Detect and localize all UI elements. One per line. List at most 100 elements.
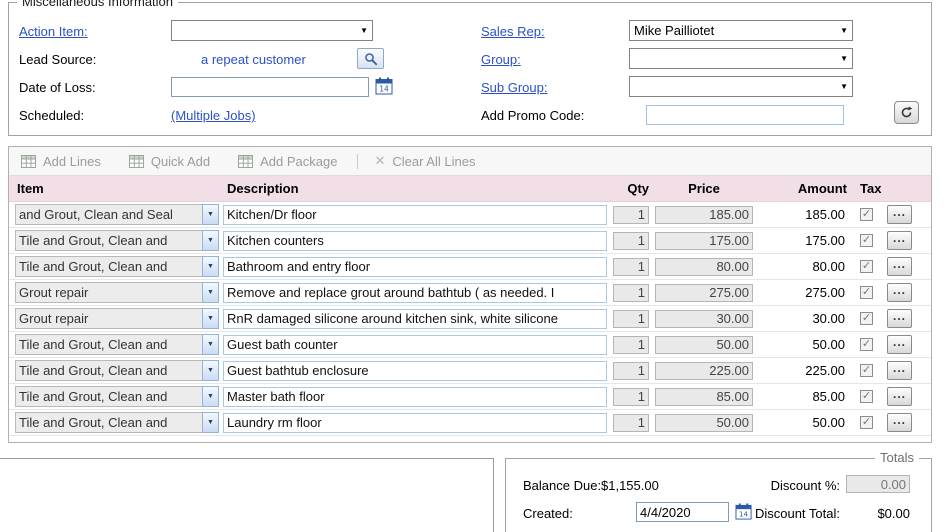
chevron-down-icon[interactable]: ▼: [202, 204, 219, 225]
group-select[interactable]: ▼: [629, 48, 853, 69]
description-input[interactable]: [223, 335, 607, 355]
chevron-down-icon[interactable]: ▼: [202, 282, 219, 303]
tax-checkbox[interactable]: ✓: [860, 260, 873, 273]
header-qty: Qty: [613, 181, 649, 196]
qty-input[interactable]: [613, 414, 649, 432]
tax-checkbox[interactable]: ✓: [860, 286, 873, 299]
row-options-button[interactable]: ...: [887, 257, 912, 276]
checkmark-icon: ✓: [862, 235, 871, 246]
row-options-button[interactable]: ...: [887, 283, 912, 302]
scheduled-multiple-jobs-link[interactable]: (Multiple Jobs): [171, 108, 256, 123]
tax-checkbox[interactable]: ✓: [860, 208, 873, 221]
description-input[interactable]: [223, 361, 607, 381]
item-select[interactable]: Tile and Grout, Clean and ▼: [15, 230, 219, 251]
tax-checkbox[interactable]: ✓: [860, 338, 873, 351]
table-row: Tile and Grout, Clean and ▼ 225.00 ✓ ...: [9, 358, 931, 384]
qty-input[interactable]: [613, 310, 649, 328]
tax-checkbox[interactable]: ✓: [860, 234, 873, 247]
description-input[interactable]: [223, 257, 607, 277]
price-input[interactable]: [655, 388, 753, 406]
sub-group-select[interactable]: ▼: [629, 76, 853, 97]
item-select[interactable]: Grout repair ▼: [15, 308, 219, 329]
price-input[interactable]: [655, 310, 753, 328]
description-input[interactable]: [223, 387, 607, 407]
item-select[interactable]: Tile and Grout, Clean and ▼: [15, 256, 219, 277]
group-label[interactable]: Group:: [481, 52, 521, 67]
sub-group-label[interactable]: Sub Group:: [481, 80, 548, 95]
discount-percent-input[interactable]: [846, 475, 910, 493]
qty-input[interactable]: [613, 232, 649, 250]
row-options-button[interactable]: ...: [887, 205, 912, 224]
item-select[interactable]: Tile and Grout, Clean and ▼: [15, 386, 219, 407]
price-input[interactable]: [655, 414, 753, 432]
description-input[interactable]: [223, 231, 607, 251]
add-lines-button[interactable]: Add Lines: [21, 154, 101, 169]
description-input[interactable]: [223, 309, 607, 329]
created-date-input[interactable]: [636, 502, 729, 522]
price-input[interactable]: [655, 232, 753, 250]
clear-x-icon: ✕: [374, 153, 385, 169]
discount-total-value: $0.00: [846, 506, 910, 521]
price-input[interactable]: [655, 206, 753, 224]
action-item-label[interactable]: Action Item:: [19, 24, 88, 39]
price-input[interactable]: [655, 284, 753, 302]
tax-checkbox[interactable]: ✓: [860, 364, 873, 377]
price-input[interactable]: [655, 336, 753, 354]
qty-input[interactable]: [613, 336, 649, 354]
chevron-down-icon[interactable]: ▼: [202, 412, 219, 433]
chevron-down-icon: ▼: [838, 54, 852, 63]
clear-all-lines-button[interactable]: ✕ Clear All Lines: [374, 153, 475, 169]
add-package-button[interactable]: Add Package: [238, 154, 337, 169]
lead-source-value[interactable]: a repeat customer: [201, 52, 306, 67]
item-select-value: Tile and Grout, Clean and: [15, 412, 202, 433]
qty-input[interactable]: [613, 258, 649, 276]
chevron-down-icon[interactable]: ▼: [202, 334, 219, 355]
chevron-down-icon[interactable]: ▼: [202, 308, 219, 329]
item-select[interactable]: Tile and Grout, Clean and ▼: [15, 334, 219, 355]
amount-value: 175.00: [753, 233, 847, 248]
row-options-button[interactable]: ...: [887, 361, 912, 380]
qty-input[interactable]: [613, 284, 649, 302]
refresh-icon: [900, 106, 913, 119]
promo-code-input[interactable]: [646, 105, 844, 125]
quick-add-button[interactable]: Quick Add: [129, 154, 210, 169]
amount-value: 225.00: [753, 363, 847, 378]
tax-checkbox[interactable]: ✓: [860, 416, 873, 429]
qty-input[interactable]: [613, 206, 649, 224]
chevron-down-icon[interactable]: ▼: [202, 360, 219, 381]
description-input[interactable]: [223, 283, 607, 303]
price-input[interactable]: [655, 258, 753, 276]
row-options-button[interactable]: ...: [887, 309, 912, 328]
sales-rep-select[interactable]: Mike Pailliotet ▼: [629, 20, 853, 41]
item-select[interactable]: and Grout, Clean and Seal ▼: [15, 204, 219, 225]
item-select-value: Tile and Grout, Clean and: [15, 386, 202, 407]
chevron-down-icon[interactable]: ▼: [202, 256, 219, 277]
item-select[interactable]: Tile and Grout, Clean and ▼: [15, 412, 219, 433]
chevron-down-icon[interactable]: ▼: [202, 386, 219, 407]
table-row: Tile and Grout, Clean and ▼ 85.00 ✓ ...: [9, 384, 931, 410]
row-options-button[interactable]: ...: [887, 335, 912, 354]
lead-source-search-button[interactable]: [357, 48, 384, 69]
chevron-down-icon: ▼: [838, 82, 852, 91]
description-input[interactable]: [223, 413, 607, 433]
tax-checkbox[interactable]: ✓: [860, 312, 873, 325]
item-select-value: Tile and Grout, Clean and: [15, 360, 202, 381]
sales-rep-label[interactable]: Sales Rep:: [481, 24, 545, 39]
item-select[interactable]: Tile and Grout, Clean and ▼: [15, 360, 219, 381]
date-of-loss-calendar-button[interactable]: 14: [375, 77, 394, 95]
price-input[interactable]: [655, 362, 753, 380]
tax-checkbox[interactable]: ✓: [860, 390, 873, 403]
row-options-button[interactable]: ...: [887, 387, 912, 406]
promo-code-apply-button[interactable]: [894, 101, 919, 124]
qty-input[interactable]: [613, 362, 649, 380]
row-options-button[interactable]: ...: [887, 231, 912, 250]
checkmark-icon: ✓: [862, 365, 871, 376]
chevron-down-icon[interactable]: ▼: [202, 230, 219, 251]
qty-input[interactable]: [613, 388, 649, 406]
row-options-button[interactable]: ...: [887, 413, 912, 432]
action-item-select[interactable]: ▼: [171, 20, 373, 41]
date-of-loss-input[interactable]: [171, 77, 369, 97]
add-package-label: Add Package: [260, 154, 337, 169]
item-select[interactable]: Grout repair ▼: [15, 282, 219, 303]
description-input[interactable]: [223, 205, 607, 225]
